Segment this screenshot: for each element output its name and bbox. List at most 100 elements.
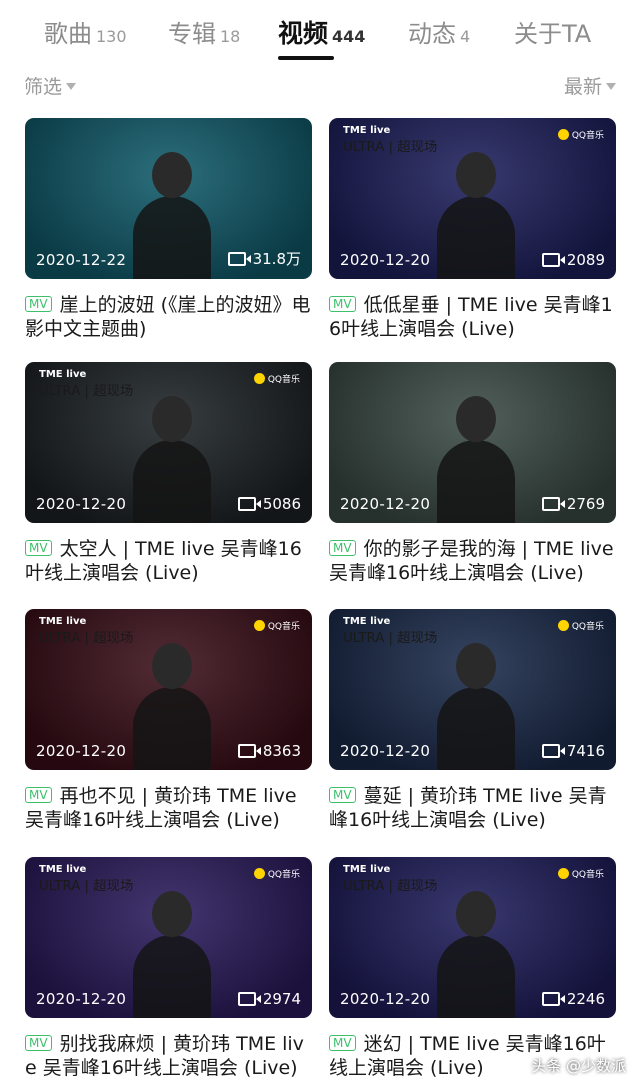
- video-view-count: 2246: [541, 990, 605, 1008]
- performer-image: [437, 196, 515, 279]
- filter-dropdown[interactable]: 筛选: [24, 72, 77, 99]
- tab-bar: 歌曲 130 专辑 18 视频 444 动态 4 关于TA: [0, 0, 640, 66]
- video-date: 2020-12-20: [340, 495, 431, 513]
- performer-image: [133, 935, 211, 1018]
- qq-music-logo: QQ音乐: [557, 128, 604, 141]
- performer-head: [456, 643, 496, 689]
- qq-music-icon: [253, 868, 265, 879]
- video-thumbnail[interactable]: TME live ULTRA | 超现场 QQ音乐 2020-12-20 5086: [25, 362, 312, 523]
- video-title: 别找我麻烦 | 黄玠玮 TME live 吴青峰16叶线上演唱会 (Live): [25, 1033, 304, 1079]
- qq-music-label: QQ音乐: [267, 870, 300, 880]
- qq-music-logo: QQ音乐: [253, 619, 300, 632]
- video-title-row[interactable]: MV 低低星垂 | TME live 吴青峰16叶线上演唱会 (Live): [329, 293, 616, 341]
- video-card[interactable]: TME live ULTRA | 超现场 QQ音乐 2020-12-20 8363 MV 再…: [25, 609, 312, 832]
- qq-music-icon: [557, 129, 569, 140]
- performer-head: [152, 152, 192, 198]
- video-title-row[interactable]: MV 太空人 | TME live 吴青峰16叶线上演唱会 (Live): [25, 537, 312, 585]
- tme-live-logo: TME live: [343, 616, 391, 627]
- tme-live-sub-logo: ULTRA | 超现场: [39, 384, 134, 399]
- tme-live-sub-logo: ULTRA | 超现场: [39, 631, 134, 646]
- video-date: 2020-12-22: [36, 251, 127, 269]
- video-view-count: 2769: [541, 495, 605, 513]
- video-title-row[interactable]: MV 你的影子是我的海 | TME live 吴青峰16叶线上演唱会 (Live): [329, 537, 616, 585]
- video-title-row[interactable]: MV 蔓延 | 黄玠玮 TME live 吴青峰16叶线上演唱会 (Live): [329, 784, 616, 832]
- performer-image: [133, 196, 211, 279]
- video-view-count: 7416: [541, 742, 605, 760]
- tme-live-logo: TME live: [39, 616, 87, 627]
- tab-moments[interactable]: 动态 4: [408, 14, 470, 50]
- video-camera-icon: [227, 251, 251, 266]
- video-camera-icon: [237, 497, 261, 511]
- video-title: 太空人 | TME live 吴青峰16叶线上演唱会 (Live): [25, 538, 302, 584]
- performer-head: [456, 396, 496, 442]
- video-view-count: 31.8万: [227, 248, 301, 269]
- video-card[interactable]: TME live ULTRA | 超现场 QQ音乐 2020-12-20 2246 MV 迷…: [329, 857, 616, 1080]
- video-thumbnail[interactable]: 2020-12-22 31.8万: [25, 118, 312, 279]
- performer-image: [133, 687, 211, 770]
- tme-live-logo: TME live: [39, 369, 87, 380]
- video-date: 2020-12-20: [340, 990, 431, 1008]
- filter-row: 筛选 最新: [0, 72, 640, 102]
- video-title-row[interactable]: MV 再也不见 | 黄玠玮 TME live 吴青峰16叶线上演唱会 (Live): [25, 784, 312, 832]
- video-thumbnail[interactable]: TME live ULTRA | 超现场 QQ音乐 2020-12-20 8363: [25, 609, 312, 770]
- qq-music-logo: QQ音乐: [557, 619, 604, 632]
- view-count-text: 2974: [262, 990, 301, 1008]
- video-date: 2020-12-20: [36, 990, 127, 1008]
- video-camera-icon: [541, 992, 565, 1006]
- active-tab-indicator: [278, 56, 334, 60]
- mv-badge: MV: [25, 540, 52, 556]
- tab-songs[interactable]: 歌曲 130: [44, 14, 127, 50]
- video-title-row[interactable]: MV 别找我麻烦 | 黄玠玮 TME live 吴青峰16叶线上演唱会 (Live…: [25, 1032, 312, 1080]
- filter-label: 筛选: [24, 76, 63, 98]
- tme-live-logo: TME live: [343, 125, 391, 136]
- performer-image: [437, 687, 515, 770]
- mv-badge: MV: [329, 1035, 356, 1051]
- video-camera-icon: [541, 497, 565, 511]
- tab-label: 动态: [408, 20, 456, 48]
- tme-live-logo: TME live: [343, 864, 391, 875]
- video-card[interactable]: TME live ULTRA | 超现场 QQ音乐 2020-12-20 2089 MV 低…: [329, 118, 616, 341]
- video-date: 2020-12-20: [340, 742, 431, 760]
- view-count-text: 31.8万: [252, 250, 301, 268]
- sort-dropdown[interactable]: 最新: [564, 72, 616, 99]
- video-title: 你的影子是我的海 | TME live 吴青峰16叶线上演唱会 (Live): [329, 538, 614, 584]
- mv-badge: MV: [25, 296, 52, 312]
- mv-badge: MV: [25, 787, 52, 803]
- tab-count: 130: [96, 27, 127, 46]
- qq-music-logo: QQ音乐: [253, 867, 300, 880]
- video-card[interactable]: TME live ULTRA | 超现场 QQ音乐 2020-12-20 2974 MV 别…: [25, 857, 312, 1080]
- video-date: 2020-12-20: [340, 251, 431, 269]
- video-thumbnail[interactable]: 2020-12-20 2769: [329, 362, 616, 523]
- tme-live-sub-logo: ULTRA | 超现场: [343, 140, 438, 155]
- view-count-text: 2769: [566, 495, 605, 513]
- performer-image: [133, 440, 211, 523]
- video-view-count: 2974: [237, 990, 301, 1008]
- tab-about[interactable]: 关于TA: [514, 14, 591, 50]
- watermark: 头条 @少数派: [511, 1055, 626, 1076]
- video-thumbnail[interactable]: TME live ULTRA | 超现场 QQ音乐 2020-12-20 2974: [25, 857, 312, 1018]
- tab-videos[interactable]: 视频 444: [278, 14, 365, 50]
- video-card[interactable]: TME live ULTRA | 超现场 QQ音乐 2020-12-20 7416 MV 蔓…: [329, 609, 616, 832]
- video-title-row[interactable]: MV 崖上的波妞 (《崖上的波妞》电影中文主题曲): [25, 293, 312, 341]
- qq-music-logo: QQ音乐: [253, 372, 300, 385]
- video-thumbnail[interactable]: TME live ULTRA | 超现场 QQ音乐 2020-12-20 2246: [329, 857, 616, 1018]
- video-camera-icon: [237, 992, 261, 1006]
- performer-head: [152, 643, 192, 689]
- qq-music-icon: [253, 373, 265, 384]
- video-view-count: 2089: [541, 251, 605, 269]
- video-card[interactable]: TME live ULTRA | 超现场 QQ音乐 2020-12-20 5086 MV 太…: [25, 362, 312, 585]
- video-view-count: 8363: [237, 742, 301, 760]
- mv-badge: MV: [329, 540, 356, 556]
- video-thumbnail[interactable]: TME live ULTRA | 超现场 QQ音乐 2020-12-20 7416: [329, 609, 616, 770]
- video-card[interactable]: 2020-12-22 31.8万 MV 崖上的波妞 (《崖上的波妞》电影中文主题曲): [25, 118, 312, 341]
- video-thumbnail[interactable]: TME live ULTRA | 超现场 QQ音乐 2020-12-20 2089: [329, 118, 616, 279]
- video-view-count: 5086: [237, 495, 301, 513]
- watermark-text: 头条 @少数派: [531, 1057, 626, 1075]
- video-card[interactable]: 2020-12-20 2769 MV 你的影子是我的海 | TME live 吴青峰1…: [329, 362, 616, 585]
- performer-image: [437, 935, 515, 1018]
- performer-head: [152, 396, 192, 442]
- tme-live-sub-logo: ULTRA | 超现场: [343, 631, 438, 646]
- tab-albums[interactable]: 专辑 18: [168, 14, 240, 50]
- tme-live-sub-logo: ULTRA | 超现场: [343, 879, 438, 894]
- tme-live-sub-logo: ULTRA | 超现场: [39, 879, 134, 894]
